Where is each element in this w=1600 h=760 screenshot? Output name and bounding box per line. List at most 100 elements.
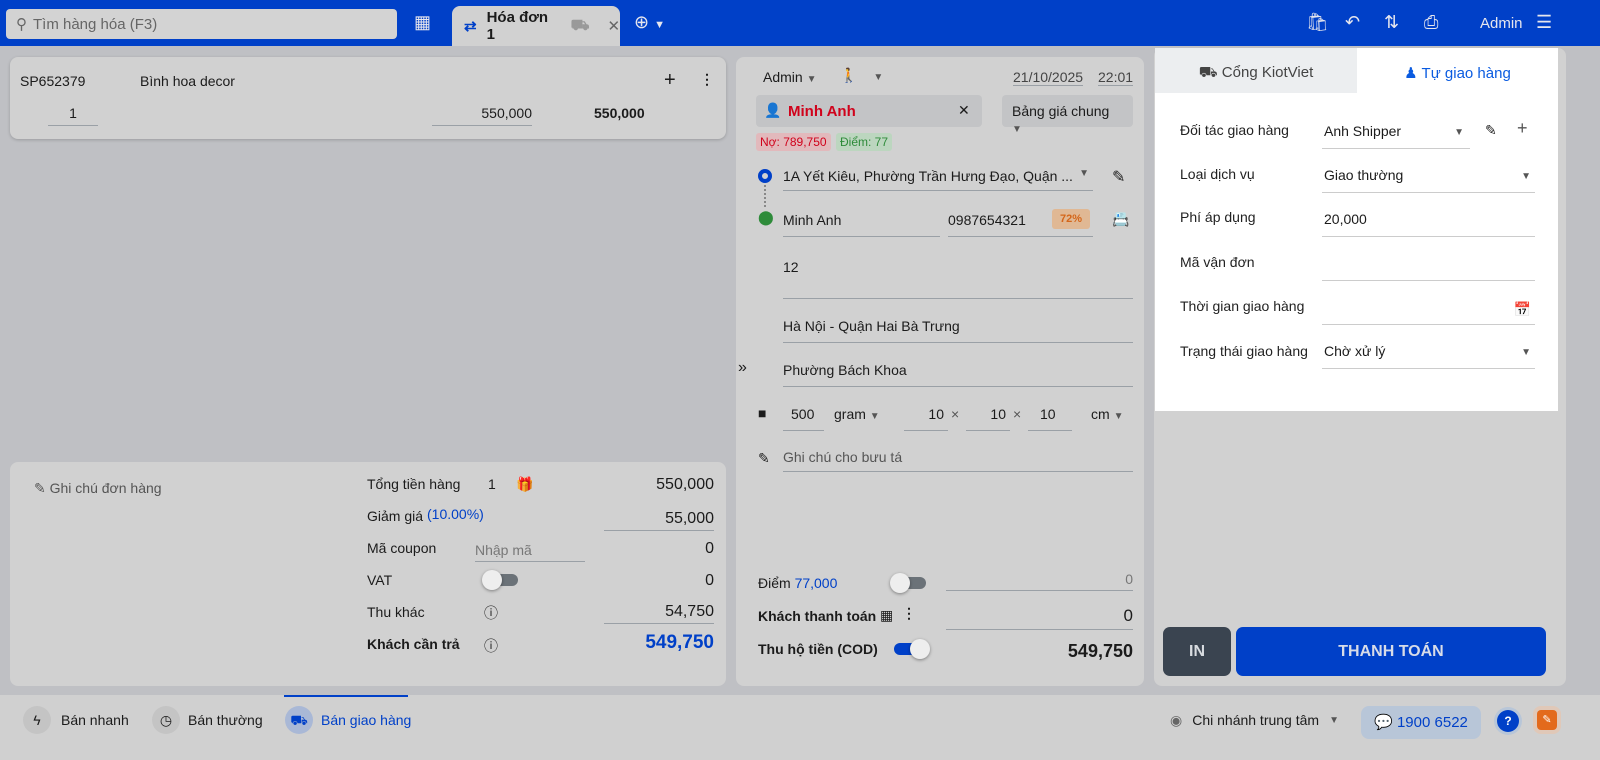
add-icon[interactable]: +: [664, 69, 676, 92]
qty-input[interactable]: 1: [48, 105, 98, 126]
tab-kiotviet-gateway[interactable]: ⛟ Cổng KiotViet: [1155, 48, 1357, 93]
add-tab-icon[interactable]: ⊕ ▼: [634, 12, 665, 33]
bag-icon[interactable]: 🛍: [1306, 12, 1329, 33]
branch-select[interactable]: ◉ Chi nhánh trung tâm ▼: [1170, 712, 1339, 729]
city-district-select[interactable]: Hà Nội - Quận Hai Bà Trưng: [783, 318, 1133, 343]
location-pin-icon: ◉: [1170, 712, 1183, 728]
print-button[interactable]: IN: [1163, 627, 1231, 676]
active-mode-indicator: [284, 695, 408, 697]
info-icon[interactable]: ⓘ: [484, 636, 498, 656]
date-input[interactable]: 21/10/2025: [1013, 69, 1084, 86]
dim-unit-select[interactable]: cm ▼: [1091, 406, 1123, 422]
width-input[interactable]: 10: [966, 406, 1010, 431]
fee-input[interactable]: 20,000: [1322, 203, 1535, 237]
cod-label: Thu hộ tiền (COD): [758, 641, 878, 657]
tab-self-delivery[interactable]: ♟ Tự giao hàng: [1357, 56, 1558, 82]
clear-customer-icon[interactable]: ✕: [958, 102, 970, 119]
pencil-icon: ✎: [34, 480, 46, 496]
truck-icon: ⛟: [1198, 64, 1218, 81]
expand-icon[interactable]: »: [738, 359, 747, 377]
pay-button[interactable]: THANH TOÁN: [1236, 627, 1546, 676]
service-label: Loại dịch vụ: [1180, 166, 1255, 182]
times-sign: ×: [951, 406, 960, 422]
more-icon[interactable]: ⋮: [700, 71, 714, 88]
discount-percent[interactable]: (10.00%): [427, 506, 484, 522]
truck-icon: ⛟: [285, 706, 313, 734]
coupon-input[interactable]: Nhập mã: [475, 542, 585, 562]
menu-icon[interactable]: ☰: [1536, 12, 1552, 33]
item-name: Bình hoa decor: [140, 73, 235, 89]
edit-address-icon[interactable]: ✎: [1112, 167, 1125, 187]
subtotal-label: Tổng tiền hàng: [367, 476, 461, 492]
partner-select[interactable]: Anh Shipper ▼: [1322, 115, 1470, 149]
points-toggle[interactable]: [890, 573, 926, 593]
other-fee-value[interactable]: 54,750: [604, 603, 714, 624]
item-total: 550,000: [594, 105, 645, 121]
summary-panel: ✎ Ghi chú đơn hàng Tổng tiền hàng 1 🎁 55…: [10, 462, 726, 686]
close-tab-icon[interactable]: ✕: [607, 17, 620, 35]
gift-icon[interactable]: 🎁: [516, 476, 533, 493]
other-fee-label: Thu khác: [367, 604, 425, 620]
user-menu[interactable]: Admin: [1480, 15, 1523, 32]
vat-toggle[interactable]: [482, 570, 518, 590]
hotline-button[interactable]: 💬 1900 6522: [1361, 706, 1481, 739]
swap-icon: ⇄: [464, 18, 477, 35]
return-icon[interactable]: ↶: [1345, 12, 1360, 33]
amount-due-label: Khách cần trả: [367, 636, 460, 652]
time-input[interactable]: 22:01: [1098, 69, 1134, 86]
height-input[interactable]: 10: [1028, 406, 1072, 431]
cart-item: SP652379 Bình hoa decor + ⋮ 1 550,000 55…: [10, 57, 726, 139]
sales-channel-select[interactable]: 🚶 ▼: [840, 67, 883, 84]
product-search-input[interactable]: ⚲ Tìm hàng hóa (F3): [6, 9, 397, 39]
route-line: [764, 185, 766, 207]
help-icon[interactable]: ?: [1497, 710, 1519, 732]
qr-icon[interactable]: ▦: [880, 607, 893, 624]
tracking-label: Mã vận đơn: [1180, 254, 1255, 270]
feedback-icon[interactable]: ✎: [1537, 710, 1557, 730]
tracking-input[interactable]: [1322, 247, 1535, 281]
points-used-input[interactable]: 0: [946, 571, 1133, 591]
coupon-label: Mã coupon: [367, 540, 437, 556]
times-sign: ×: [1013, 406, 1022, 422]
debt-badge: Nợ: 789,750: [756, 133, 831, 151]
weight-unit-select[interactable]: gram ▼: [834, 406, 880, 422]
cod-toggle[interactable]: [894, 639, 930, 659]
mode-normal-sale[interactable]: ◷ Bán thường: [152, 706, 263, 734]
more-payment-icon[interactable]: ⋮: [902, 605, 916, 622]
service-select[interactable]: Giao thường ▼: [1322, 159, 1535, 193]
sync-icon[interactable]: ⇅: [1384, 12, 1399, 33]
pickup-dot-icon: [758, 169, 772, 183]
points-badge: Điểm: 77: [836, 133, 893, 151]
search-icon: ⚲: [16, 16, 27, 33]
price-list-select[interactable]: Bảng giá chung ▼: [1002, 95, 1133, 135]
customer-paid-input[interactable]: 0: [946, 606, 1133, 630]
mode-quick-sale[interactable]: ϟ Bán nhanh: [23, 706, 129, 734]
subtotal-qty: 1: [488, 476, 496, 492]
delivery-status-select[interactable]: Chờ xử lý ▼: [1322, 335, 1535, 369]
length-input[interactable]: 10: [904, 406, 948, 431]
contact-card-icon[interactable]: 📇: [1112, 211, 1129, 228]
add-partner-icon[interactable]: +: [1517, 118, 1528, 139]
customer-field[interactable]: 👤 Minh Anh ✕: [756, 95, 982, 127]
calendar-icon[interactable]: 📅: [1514, 301, 1531, 318]
points-value: 77,000: [794, 575, 838, 591]
order-note-button[interactable]: ✎ Ghi chú đơn hàng: [34, 480, 162, 497]
delivery-status-label: Trạng thái giao hàng: [1180, 343, 1308, 359]
discount-input[interactable]: 55,000: [604, 510, 714, 531]
courier-note-input[interactable]: Ghi chú cho bưu tá: [783, 449, 1133, 472]
discount-label: Giảm giá: [367, 508, 424, 524]
print-icon[interactable]: ⎙: [1424, 12, 1438, 33]
weight-input[interactable]: 500: [783, 406, 824, 431]
delivery-time-input[interactable]: 📅: [1322, 291, 1535, 325]
barcode-scan-icon[interactable]: ▦: [414, 12, 431, 33]
mode-delivery-sale[interactable]: ⛟ Bán giao hàng: [285, 706, 411, 734]
seller-select[interactable]: Admin ▼: [763, 69, 816, 85]
price-input[interactable]: 550,000: [432, 105, 532, 126]
tab-invoice-1[interactable]: ⇄ Hóa đơn 1 ⛟ ✕: [452, 6, 620, 46]
pickup-address-select[interactable]: 1A Yết Kiêu, Phường Trần Hưng Đạo, Quận …: [783, 168, 1093, 191]
ward-select[interactable]: Phường Bách Khoa: [783, 362, 1133, 387]
info-icon[interactable]: ⓘ: [484, 603, 498, 623]
address-input[interactable]: 12: [783, 259, 1133, 299]
edit-partner-icon[interactable]: ✎: [1485, 122, 1497, 139]
receiver-name-input[interactable]: Minh Anh: [783, 212, 940, 237]
